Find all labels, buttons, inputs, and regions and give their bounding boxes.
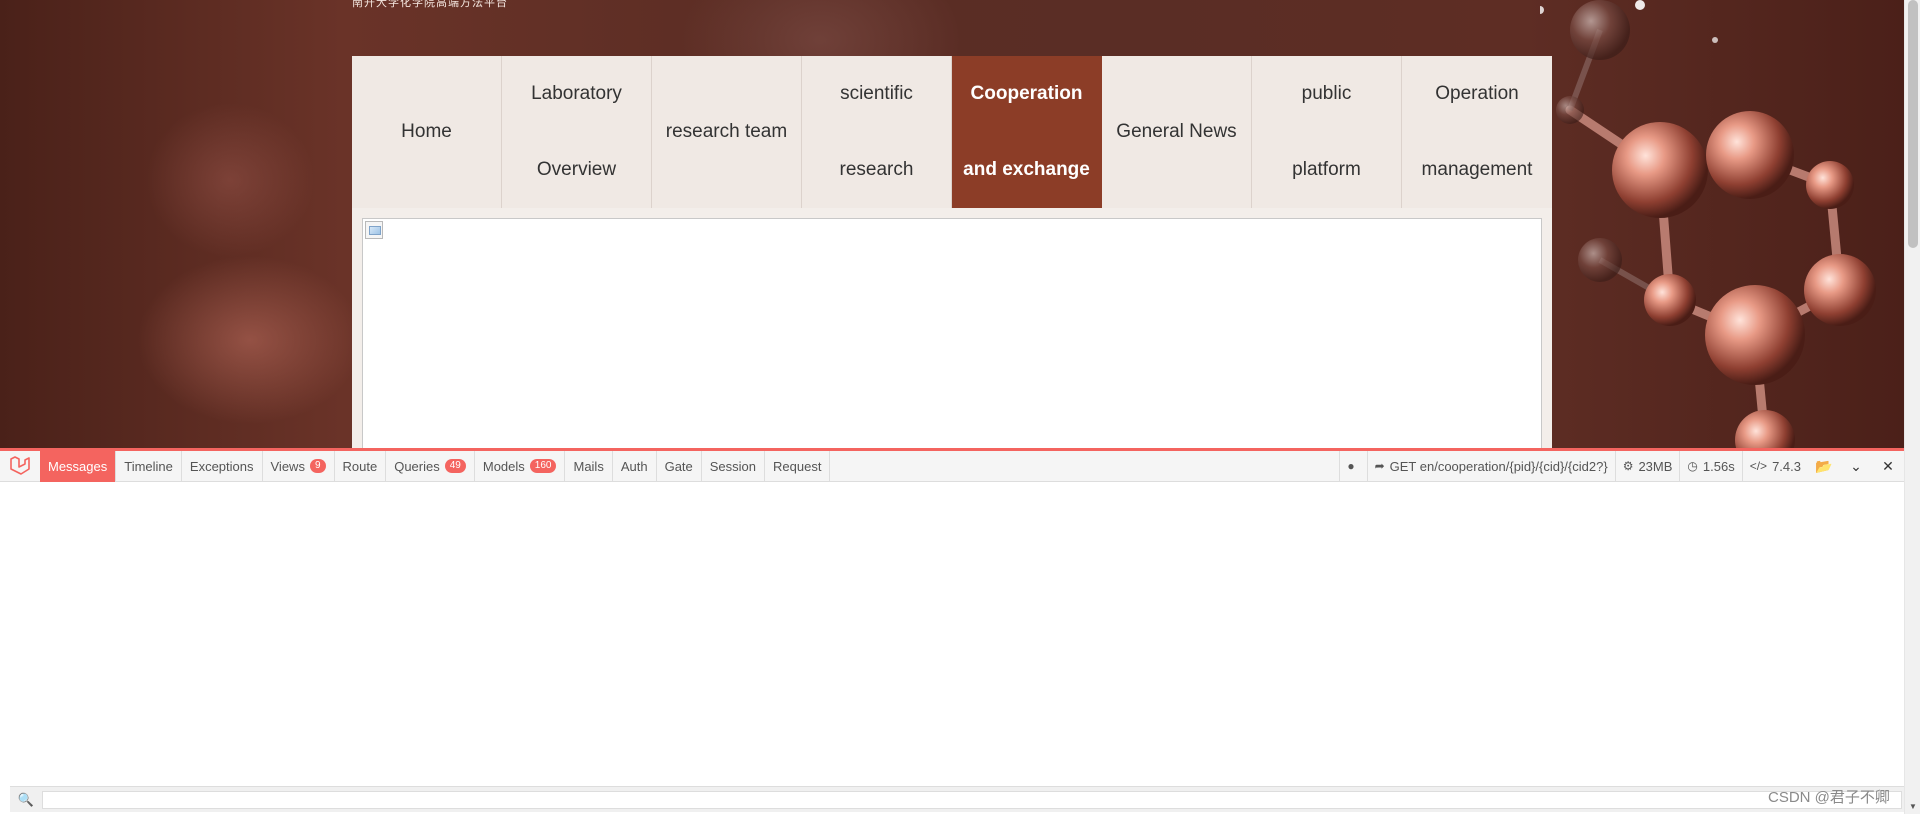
debugbar-tab-route[interactable]: Route	[335, 450, 387, 482]
user-indicator[interactable]: ●	[1339, 450, 1366, 482]
cogs-icon: ⚙	[1622, 459, 1634, 473]
banner-image-placeholder	[362, 218, 1542, 458]
debugbar-tab-label: Mails	[573, 458, 604, 474]
nav-item-cooperation-and-exchange[interactable]: Cooperation and exchange	[952, 56, 1102, 208]
debugbar-search-input[interactable]	[42, 790, 1902, 809]
nav-item-public-platform[interactable]: public platform	[1252, 56, 1402, 208]
nav-item-label-line2: management	[1421, 159, 1533, 180]
debugbar-search-bar: 🔍	[10, 786, 1904, 812]
debugbar-tab-auth[interactable]: Auth	[613, 450, 657, 482]
nav-item-label: Home	[401, 121, 452, 142]
debugbar-tab-label: Gate	[664, 458, 693, 474]
php-version-indicator[interactable]: </> 7.4.3	[1741, 450, 1808, 482]
debugbar-tab-badge: 49	[444, 459, 466, 473]
molecule-decoration-image	[1540, 0, 1876, 450]
nav-item-operation-management[interactable]: Operation management	[1402, 56, 1552, 208]
debugbar-tabs: Messages Timeline Exceptions Views 9 Route Que…	[40, 450, 831, 482]
debugbar-tab-queries[interactable]: Queries 49	[386, 450, 475, 482]
search-icon: 🔍	[17, 791, 35, 807]
nav-item-label: Cooperation	[970, 83, 1083, 104]
debugbar-panel-body	[0, 482, 1904, 786]
nav-item-scientific-research[interactable]: scientific research	[802, 56, 952, 208]
nav-item-label-line2: platform	[1292, 159, 1361, 180]
php-version-text: 7.4.3	[1772, 458, 1801, 474]
route-text: GET en/cooperation/{pid}/{cid}/{cid2?}	[1389, 458, 1608, 474]
nav-item-label-line2: and exchange	[963, 159, 1090, 180]
route-indicator[interactable]: ➦ GET en/cooperation/{pid}/{cid}/{cid2?}	[1366, 450, 1615, 482]
debugbar-tab-mails[interactable]: Mails	[565, 450, 613, 482]
code-icon: </>	[1749, 459, 1768, 473]
debugbar-tab-messages[interactable]: Messages	[40, 450, 117, 482]
memory-text: 23MB	[1638, 458, 1673, 474]
nav-item-general-news[interactable]: General News	[1102, 56, 1252, 208]
debugbar: Messages Timeline Exceptions Views 9 Route Que…	[0, 448, 1904, 482]
nav-item-research-team[interactable]: research team	[652, 56, 802, 208]
debugbar-tab-label: Session	[709, 458, 757, 474]
time-indicator[interactable]: ◷ 1.56s	[1679, 450, 1741, 482]
debugbar-tab-timeline[interactable]: Timeline	[116, 450, 182, 482]
scrollbar-thumb[interactable]	[1908, 0, 1918, 248]
debugbar-tab-request[interactable]: Request	[765, 450, 831, 482]
share-icon: ➦	[1374, 459, 1385, 473]
debugbar-tab-gate[interactable]: Gate	[657, 450, 702, 482]
debugbar-tab-exceptions[interactable]: Exceptions	[182, 450, 263, 482]
nav-item-home[interactable]: Home	[352, 56, 502, 208]
memory-indicator[interactable]: ⚙ 23MB	[1614, 450, 1680, 482]
debugbar-tab-badge: 9	[309, 459, 326, 473]
debugbar-tab-label: Route	[342, 458, 378, 474]
clock-icon: ◷	[1687, 459, 1698, 473]
scroll-down-arrow-icon[interactable]: ▼	[1908, 802, 1918, 812]
content-panel	[352, 208, 1552, 458]
nav-item-laboratory-overview[interactable]: Laboratory Overview	[502, 56, 652, 208]
debugbar-indicators: ● ➦ GET en/cooperation/{pid}/{cid}/{cid2…	[1339, 450, 1904, 482]
time-text: 1.56s	[1702, 458, 1735, 474]
debugbar-tab-views[interactable]: Views 9	[263, 450, 335, 482]
nav-item-label-line2: research	[839, 159, 914, 180]
debugbar-tab-label: Timeline	[124, 458, 173, 474]
open-folder-icon[interactable]: 📂	[1808, 451, 1840, 482]
nav-item-label: research team	[665, 121, 788, 142]
main-navigation: Home Laboratory Overview research team scien…	[352, 56, 1552, 208]
debugbar-tab-models[interactable]: Models 160	[475, 450, 566, 482]
debugbar-tab-session[interactable]: Session	[702, 450, 766, 482]
nav-item-label: scientific	[840, 83, 913, 104]
minimize-chevron-icon[interactable]: ⌄	[1840, 451, 1872, 482]
laravel-logo-icon[interactable]	[0, 451, 40, 482]
debugbar-tab-label: Queries	[394, 458, 440, 474]
debugbar-tab-badge: 160	[529, 459, 557, 473]
user-icon: ●	[1347, 459, 1355, 473]
nav-item-label-line2: Overview	[536, 159, 617, 180]
debugbar-tab-label: Exceptions	[189, 458, 254, 474]
debugbar-tab-label: Auth	[620, 458, 648, 474]
nav-item-label: public	[1301, 83, 1352, 104]
debugbar-tab-label: Messages	[48, 458, 108, 474]
nav-item-label: General News	[1116, 121, 1237, 142]
header-top-text: 南开大学化学院高端方法平台	[352, 0, 508, 9]
nav-item-label: Operation	[1435, 83, 1519, 104]
debugbar-tab-label: Views	[270, 458, 305, 474]
debugbar-tab-label: Request	[773, 458, 822, 474]
broken-image-icon	[365, 221, 383, 239]
close-icon[interactable]: ✕	[1872, 451, 1904, 482]
debugbar-tab-label: Models	[482, 458, 525, 474]
page-scrollbar[interactable]: ▼	[1904, 0, 1920, 814]
nav-item-label: Laboratory	[531, 83, 622, 104]
csdn-watermark: CSDN @君子不卿	[1768, 789, 1890, 806]
